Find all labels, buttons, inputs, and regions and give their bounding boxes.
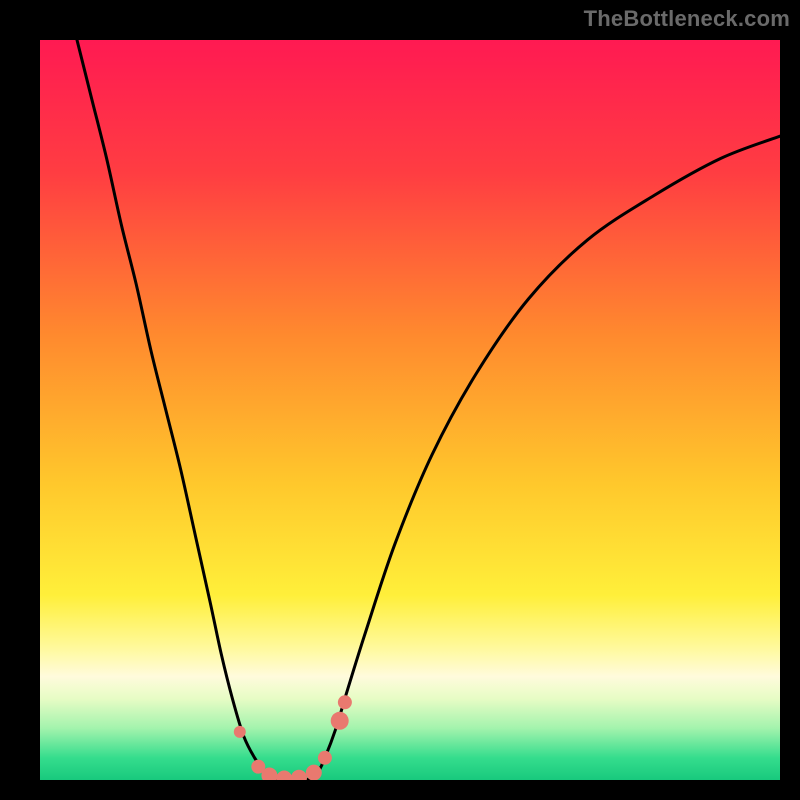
chart-frame: TheBottleneck.com	[0, 0, 800, 800]
watermark-text: TheBottleneck.com	[584, 6, 790, 32]
plot-area	[40, 40, 780, 780]
gradient-background	[40, 40, 780, 780]
